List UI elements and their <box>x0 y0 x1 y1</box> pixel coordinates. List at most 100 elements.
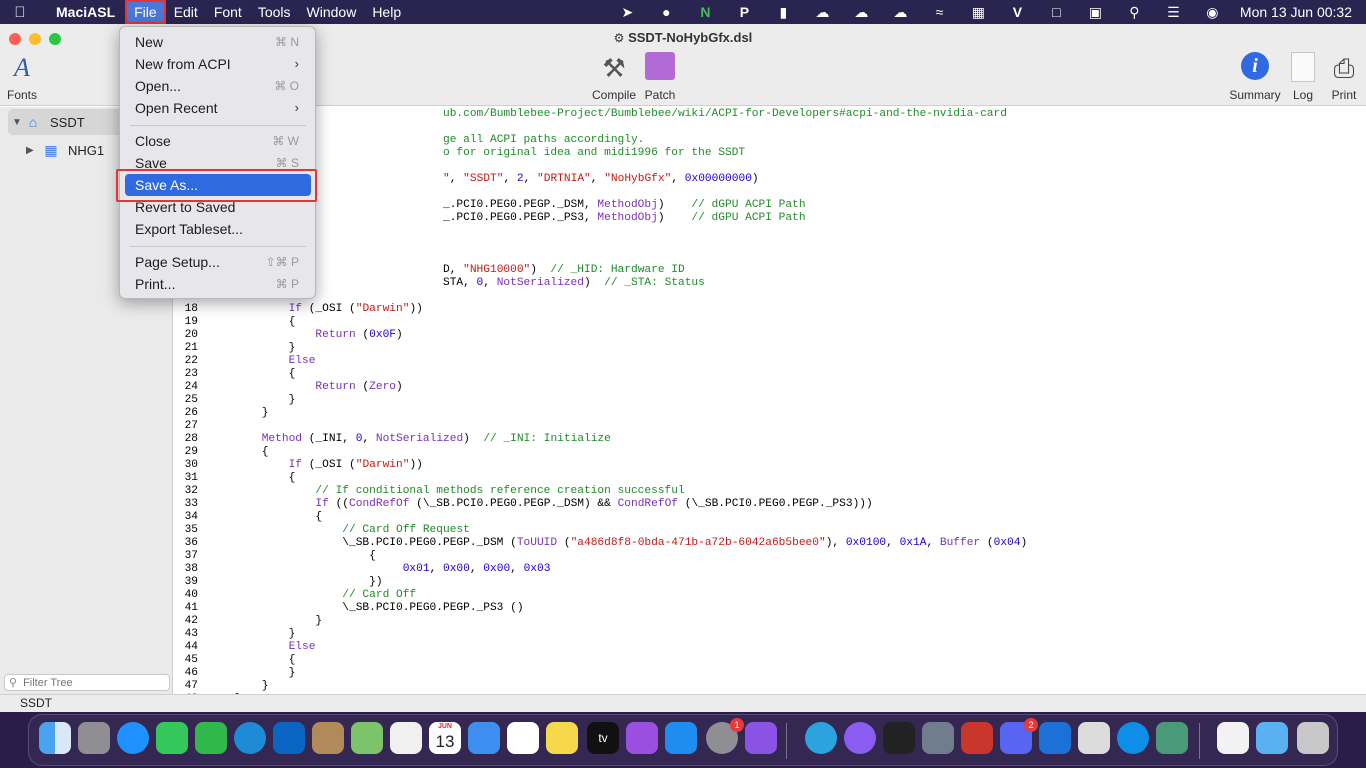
submenu-chevron-icon: › <box>294 56 299 71</box>
menu-bar:  MaciASL File Edit Font Tools Window He… <box>0 0 1366 24</box>
filter-tree-input[interactable] <box>23 676 164 689</box>
onedrive-icon[interactable] <box>1039 722 1071 754</box>
disclosure-collapsed-icon[interactable]: ▶ <box>26 145 40 156</box>
code-line: 32 // If conditional methods reference c… <box>174 485 685 498</box>
contacts-icon[interactable] <box>312 722 344 754</box>
file-menu-dropdown: New ⌘ N New from ACPI › Open... ⌘ O Open Re… <box>119 26 316 299</box>
p-app-icon[interactable]: P <box>725 4 764 20</box>
automator-icon[interactable] <box>1078 722 1110 754</box>
terminal-icon[interactable] <box>883 722 915 754</box>
line-number: 41 <box>184 602 198 614</box>
feedback-assistant-icon[interactable] <box>745 722 777 754</box>
fonts-button[interactable]: A Fonts <box>6 52 38 102</box>
screen-capture-icon[interactable]: □ <box>1037 4 1076 20</box>
code-line: 19 { <box>174 316 296 329</box>
fonts-label: Fonts <box>6 88 37 102</box>
shortcut-label: ⌘ N <box>275 35 299 49</box>
siri-icon[interactable]: ◉ <box>1193 4 1232 21</box>
menu-item-label: New from ACPI <box>135 56 231 72</box>
safari-icon[interactable] <box>117 722 149 754</box>
code-line: 18 If (_OSI ("Darwin")) <box>174 303 423 316</box>
menu-item-export-tableset[interactable]: Export Tableset... <box>125 218 311 240</box>
menu-item-print[interactable]: Print... ⌘ P <box>125 273 311 295</box>
code-line: 37 { <box>174 550 376 563</box>
app-store-icon[interactable] <box>665 722 697 754</box>
menu-font[interactable]: Font <box>206 0 250 24</box>
facetime-icon[interactable] <box>195 722 227 754</box>
finder-icon[interactable] <box>39 722 71 754</box>
control-center-icon[interactable]: ☰ <box>1154 4 1193 21</box>
menu-edit[interactable]: Edit <box>166 0 206 24</box>
cloud-icon-2[interactable]: ☁ <box>842 4 881 21</box>
menu-item-page-setup[interactable]: Page Setup... ⇧⌘ P <box>125 251 311 273</box>
line-code: Return (0x0F) <box>315 329 403 341</box>
search-icon: ⚲ <box>9 677 18 689</box>
notes-icon[interactable] <box>546 722 578 754</box>
menu-item-new[interactable]: New ⌘ N <box>125 31 311 53</box>
print-button[interactable]: ⎙ Print <box>1328 52 1360 102</box>
photos-icon[interactable] <box>390 722 422 754</box>
line-number: 43 <box>184 628 198 640</box>
clock[interactable]: Mon 13 Jun 00:32 <box>1232 4 1366 20</box>
v-app-icon[interactable]: V <box>998 4 1037 20</box>
podcasts-icon[interactable] <box>626 722 658 754</box>
fonts-icon: A <box>14 53 30 82</box>
log-button[interactable]: Log <box>1288 52 1318 102</box>
filter-tree-field[interactable]: ⚲ <box>4 674 170 691</box>
line-code: // Card Off <box>342 589 417 601</box>
menu-help[interactable]: Help <box>364 0 409 24</box>
summary-button[interactable]: i Summary <box>1228 52 1282 102</box>
menu-item-open-recent[interactable]: Open Recent › <box>125 97 311 119</box>
hackintool-icon[interactable] <box>961 722 993 754</box>
trash-icon[interactable] <box>1297 722 1329 754</box>
search-icon[interactable]: ⚲ <box>1115 4 1154 21</box>
apple-menu-icon[interactable]:  <box>0 4 40 21</box>
patch-icon <box>645 52 675 80</box>
mail-icon[interactable] <box>468 722 500 754</box>
edge-icon[interactable] <box>234 722 266 754</box>
cloud-icon[interactable]: ☁ <box>803 4 842 21</box>
menu-file[interactable]: File <box>125 0 166 24</box>
compile-button[interactable]: ⚒ Compile <box>592 52 636 102</box>
line-code: 0x01, 0x00, 0x00, 0x03 <box>402 563 551 575</box>
calculator-icon[interactable]: ▦ <box>959 4 998 21</box>
patch-button[interactable]: Patch <box>640 52 680 102</box>
maciasl-icon[interactable] <box>1156 722 1188 754</box>
battery-icon[interactable]: ▮ <box>764 4 803 21</box>
launchpad-icon[interactable] <box>78 722 110 754</box>
notification-badge-icon[interactable]: ● <box>647 4 686 20</box>
menu-window[interactable]: Window <box>299 0 365 24</box>
dock-divider <box>786 723 787 759</box>
messenger-icon[interactable] <box>844 722 876 754</box>
menu-item-new-from-acpi[interactable]: New from ACPI › <box>125 53 311 75</box>
media-icon[interactable]: ▣ <box>1076 4 1115 21</box>
messages-icon[interactable] <box>156 722 188 754</box>
menu-tools[interactable]: Tools <box>250 0 299 24</box>
disclosure-expanded-icon[interactable]: ▼ <box>8 117 22 128</box>
line-number: 40 <box>184 589 198 601</box>
downloads-folder-icon[interactable] <box>1256 722 1288 754</box>
teamviewer-icon[interactable] <box>1117 722 1149 754</box>
reminders-icon[interactable] <box>507 722 539 754</box>
apple-tv-icon[interactable]: tv <box>587 722 619 754</box>
maps-icon[interactable] <box>351 722 383 754</box>
cloud-icon-3[interactable]: ☁ <box>881 4 920 21</box>
telegram-icon[interactable] <box>805 722 837 754</box>
documents-stack-icon[interactable] <box>1217 722 1249 754</box>
code-line: 23 { <box>174 368 296 381</box>
system-info-icon[interactable] <box>922 722 954 754</box>
calendar-icon[interactable]: JUN 13 <box>429 722 461 754</box>
outlook-icon[interactable] <box>273 722 305 754</box>
code-editor[interactable]: ub.com/Bumblebee-Project/Bumblebee/wiki/… <box>174 107 1366 694</box>
app-menu[interactable]: MaciASL <box>40 4 125 20</box>
menu-item-open[interactable]: Open... ⌘ O <box>125 75 311 97</box>
line-number: 38 <box>184 563 198 575</box>
log-label: Log <box>1292 88 1314 102</box>
n-app-icon[interactable]: N <box>686 4 725 20</box>
tree-item-label: NHG1 <box>68 142 105 158</box>
menu-separator <box>130 246 306 247</box>
tree-item-nhg1[interactable]: ▶ ▦ NHG1 <box>26 137 104 163</box>
menu-item-close[interactable]: Close ⌘ W <box>125 130 311 152</box>
wifi-icon[interactable]: ≈ <box>920 4 959 20</box>
location-icon[interactable]: ➤ <box>608 4 647 21</box>
